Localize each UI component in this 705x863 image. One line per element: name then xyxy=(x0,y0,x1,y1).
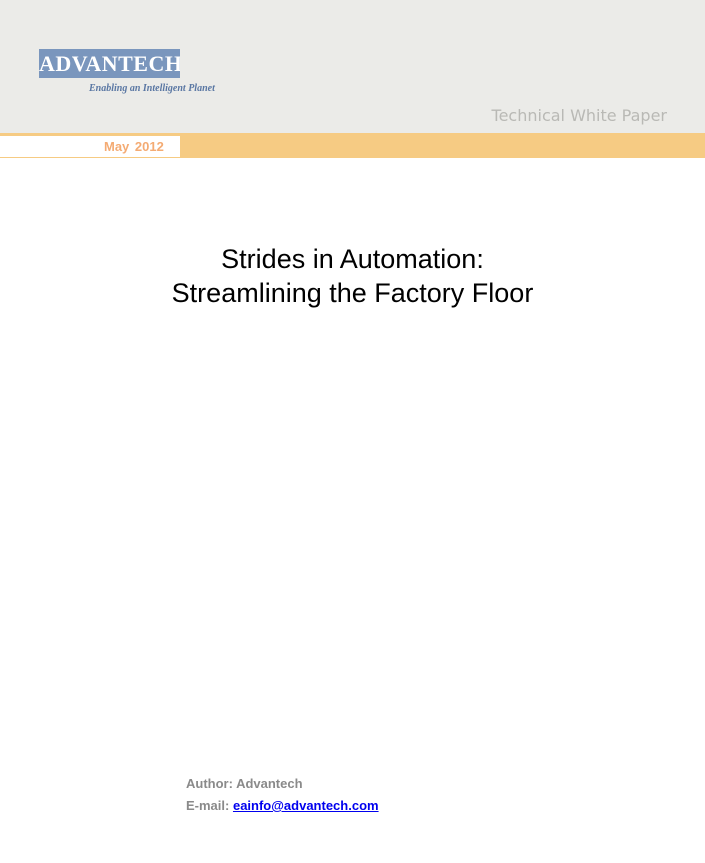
advantech-logo: ADVANTECH xyxy=(39,49,180,78)
title-line-2: Streamlining the Factory Floor xyxy=(171,278,534,308)
publication-date: May 2012 xyxy=(104,139,164,154)
email-label: E-mail: xyxy=(186,798,230,813)
title-line-1: Strides in Automation: xyxy=(221,244,484,274)
author-label: Author: xyxy=(186,776,233,791)
email-link[interactable]: eainfo@advantech.com xyxy=(233,798,379,813)
logo-tagline: Enabling an Intelligent Planet xyxy=(89,83,215,94)
author-line: Author: Advantech xyxy=(186,776,303,791)
email-line: E-mail: eainfo@advantech.com xyxy=(186,798,379,813)
document-title: Strides in Automation: Streamlining the … xyxy=(0,242,705,310)
document-type-label: Technical White Paper xyxy=(491,106,667,125)
author-name: Advantech xyxy=(236,776,303,791)
